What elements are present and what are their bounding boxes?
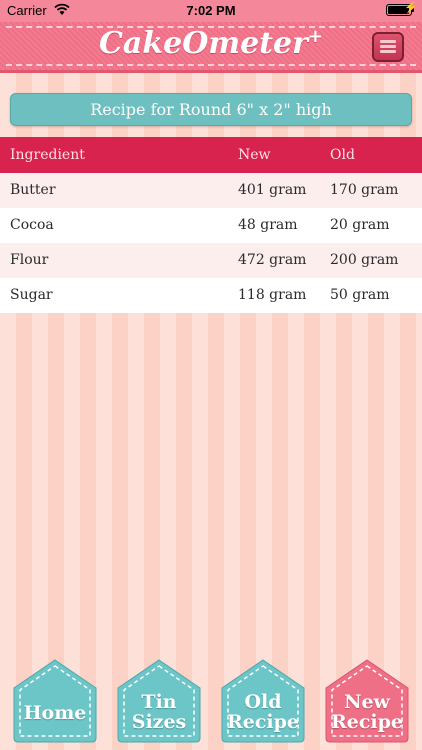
ingredient-name: Cocoa [10, 217, 54, 233]
app-logo: CakeOmeter+ [99, 26, 323, 61]
ingredient-name: Butter [10, 182, 56, 198]
tab-new-recipe[interactable]: New Recipe [324, 658, 410, 744]
column-header-ingredient: Ingredient [10, 147, 85, 163]
ingredient-name: Sugar [10, 287, 53, 303]
menu-button[interactable] [372, 32, 404, 62]
old-amount: 200 gram [330, 252, 399, 268]
tab-label: Home [23, 702, 87, 724]
tab-label: Old Recipe [226, 691, 300, 733]
column-header-old: Old [330, 147, 355, 163]
charging-icon: ⚡ [404, 2, 418, 14]
new-amount: 472 gram [238, 252, 307, 268]
app-header: CakeOmeter+ [0, 22, 422, 73]
tab-old-recipe[interactable]: Old Recipe [220, 658, 306, 744]
recipe-title-bar: Recipe for Round 6" x 2" high [10, 93, 412, 126]
tab-home[interactable]: Home [12, 658, 98, 744]
ingredient-name: Flour [10, 252, 49, 268]
table-row: Flour 472 gram 200 gram [0, 243, 422, 278]
new-amount: 401 gram [238, 182, 307, 198]
column-header-new: New [238, 147, 271, 163]
table-row: Sugar 118 gram 50 gram [0, 278, 422, 313]
table-header: Ingredient New Old [0, 137, 422, 173]
new-amount: 48 gram [238, 217, 298, 233]
tab-label: Tin Sizes [131, 691, 187, 733]
tab-badge-shape [13, 659, 97, 743]
new-amount: 118 gram [238, 287, 307, 303]
status-time: 7:02 PM [186, 3, 236, 18]
battery-icon: ⚡ [386, 2, 418, 16]
tab-label: New Recipe [330, 691, 404, 733]
old-amount: 50 gram [330, 287, 390, 303]
old-amount: 20 gram [330, 217, 390, 233]
old-amount: 170 gram [330, 182, 399, 198]
tab-tin-sizes[interactable]: Tin Sizes [116, 658, 202, 744]
table-row: Butter 401 gram 170 gram [0, 173, 422, 208]
table-row: Cocoa 48 gram 20 gram [0, 208, 422, 243]
ingredients-table: Ingredient New Old Butter 401 gram 170 g… [0, 137, 422, 313]
status-bar: Carrier 7:02 PM ⚡ [0, 0, 422, 22]
